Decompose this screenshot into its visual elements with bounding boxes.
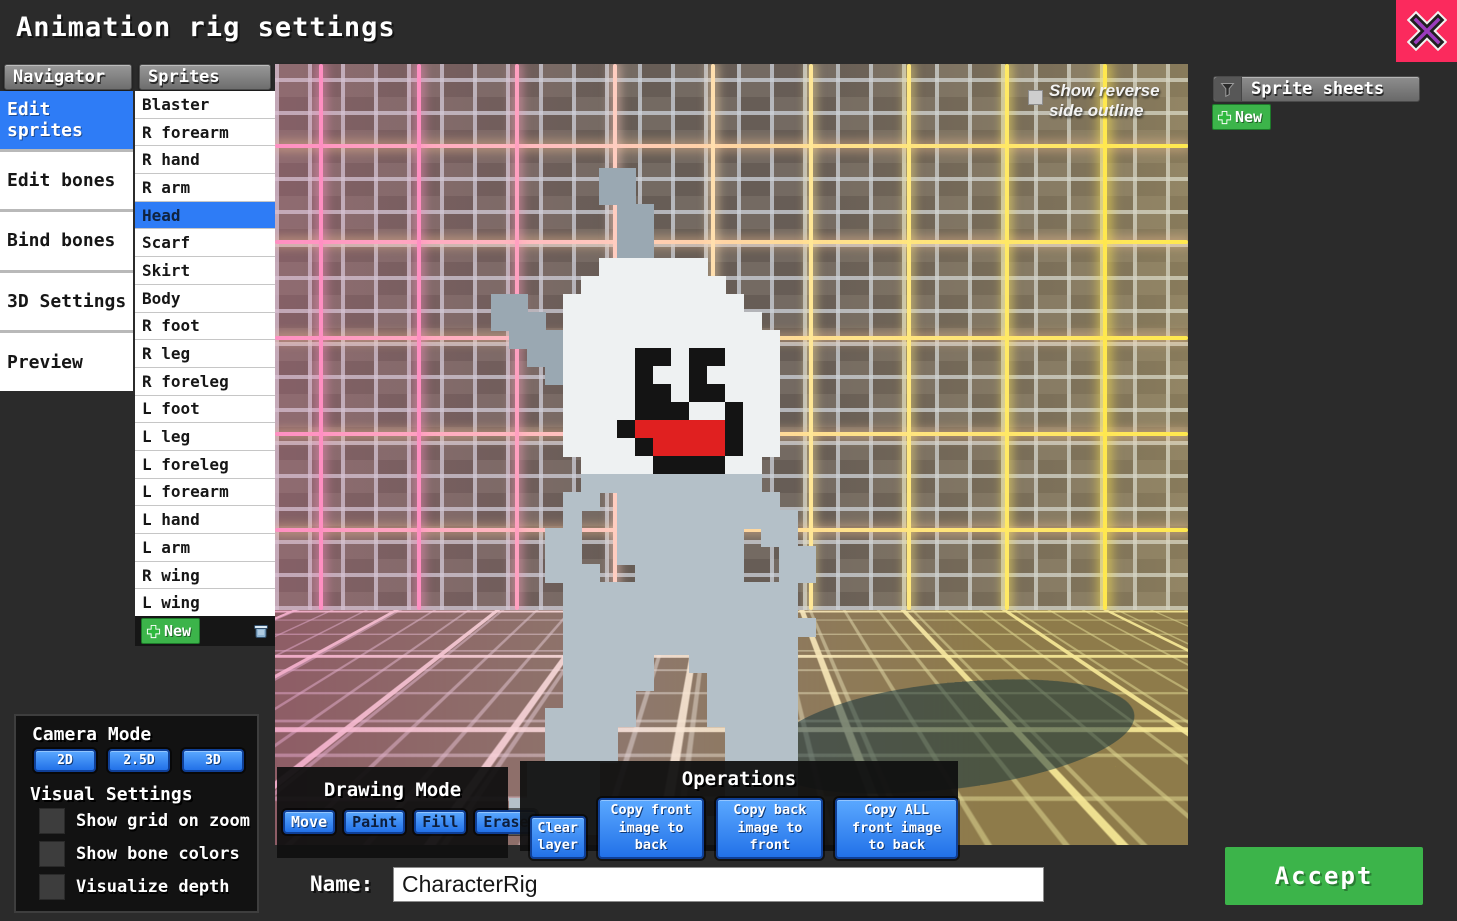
visual-setting-label: Show bone colors	[76, 844, 240, 864]
neon-line	[1103, 64, 1107, 610]
sprite-row[interactable]: L hand	[135, 506, 275, 534]
navigator-item[interactable]: Bind bones	[0, 212, 133, 273]
sprite-row[interactable]: L forearm	[135, 479, 275, 507]
navigator-item[interactable]: 3D Settings	[0, 273, 133, 334]
visual-setting-checkbox[interactable]	[39, 874, 65, 900]
drawing-mode-title: Drawing Mode	[277, 779, 508, 801]
sprite-row[interactable]: L wing	[135, 589, 275, 616]
visual-setting-row: Show bone colors	[39, 841, 250, 867]
navigator-item[interactable]: Preview	[0, 333, 133, 391]
sprite-sheets-title: Sprite sheets	[1242, 79, 1384, 99]
sprite-sheets-header: Sprite sheets	[1213, 76, 1420, 102]
camera-mode-button[interactable]: 2D	[34, 749, 96, 772]
sprite-row[interactable]: Body	[135, 285, 275, 313]
plus-icon	[1217, 110, 1232, 125]
camera-mode-title: Camera Mode	[32, 724, 151, 745]
drawing-tool-button[interactable]: Fill	[414, 810, 466, 834]
drawing-tool-button[interactable]: Move	[283, 810, 335, 834]
funnel-icon	[1219, 81, 1236, 98]
delete-sprite-icon[interactable]	[253, 623, 269, 639]
operations-title: Operations	[520, 768, 958, 790]
character-pixel-art[interactable]	[455, 168, 887, 845]
sprite-row[interactable]: Scarf	[135, 229, 275, 257]
name-label: Name:	[310, 872, 373, 896]
operation-button[interactable]: Copy front image to back	[598, 798, 705, 859]
sprites-footer: New	[135, 616, 275, 646]
accept-button[interactable]: Accept	[1225, 847, 1423, 905]
drawing-mode-panel: Drawing Mode MovePaintFillErase	[277, 767, 508, 858]
navigator-item[interactable]: Edit sprites	[0, 91, 133, 152]
add-sprite-label: New	[164, 622, 191, 640]
sprite-row[interactable]: R leg	[135, 340, 275, 368]
close-icon	[1407, 11, 1447, 51]
operations-buttons: Clear layerCopy front image to backCopy …	[530, 798, 958, 859]
camera-mode-button[interactable]: 3D	[182, 749, 244, 772]
drawing-tools: MovePaintFillErase	[283, 810, 537, 834]
camera-mode-button[interactable]: 2.5D	[108, 749, 170, 772]
sprite-row[interactable]: Head	[135, 202, 275, 230]
camera-mode-panel: Camera Mode 2D 2.5D 3D Visual Settings Sho…	[14, 714, 259, 913]
sprite-row[interactable]: L foot	[135, 396, 275, 424]
sprite-row[interactable]: R foreleg	[135, 368, 275, 396]
neon-line	[907, 64, 911, 610]
visual-setting-checkbox[interactable]	[39, 808, 65, 834]
drawing-tool-button[interactable]: Paint	[344, 810, 405, 834]
neon-line	[1005, 64, 1009, 610]
neon-line	[319, 64, 323, 610]
sprite-row[interactable]: Blaster	[135, 91, 275, 119]
camera-mode-buttons: 2D 2.5D 3D	[34, 749, 244, 772]
sprite-row[interactable]: R forearm	[135, 119, 275, 147]
add-sprite-sheet-label: New	[1235, 108, 1262, 126]
viewport-3d[interactable]: Show reverse side outline	[275, 64, 1188, 845]
visual-setting-label: Show grid on zoom	[76, 811, 250, 831]
sprite-row[interactable]: L foreleg	[135, 451, 275, 479]
sprites-list: BlasterR forearmR handR armHeadScarfSkir…	[135, 91, 275, 616]
sprite-row[interactable]: L arm	[135, 534, 275, 562]
show-reverse-outline-checkbox[interactable]	[1028, 90, 1043, 105]
add-sprite-button[interactable]: New	[141, 618, 200, 644]
neon-line	[417, 64, 421, 610]
sprite-row[interactable]: L leg	[135, 423, 275, 451]
page-title: Animation rig settings	[16, 12, 396, 43]
sprite-row[interactable]: R wing	[135, 562, 275, 590]
rig-name-input[interactable]	[393, 867, 1044, 902]
operations-panel: Operations Clear layerCopy front image t…	[520, 761, 958, 851]
sprite-row[interactable]: R hand	[135, 146, 275, 174]
navigator-item[interactable]: Edit bones	[0, 152, 133, 213]
visual-setting-row: Show grid on zoom	[39, 808, 250, 834]
visual-setting-row: Visualize depth	[39, 874, 250, 900]
operation-button[interactable]: Copy ALL front image to back	[835, 798, 958, 859]
operation-button[interactable]: Copy back image to front	[716, 798, 823, 859]
close-button[interactable]	[1396, 0, 1457, 62]
sprite-row[interactable]: Skirt	[135, 257, 275, 285]
visual-settings-title: Visual Settings	[30, 784, 193, 805]
sprites-header: Sprites	[139, 64, 271, 90]
visual-setting-checkbox[interactable]	[39, 841, 65, 867]
operation-button[interactable]: Clear layer	[530, 816, 586, 859]
filter-button[interactable]	[1214, 77, 1242, 101]
plus-icon	[146, 624, 161, 639]
add-sprite-sheet-button[interactable]: New	[1212, 104, 1271, 130]
neon-line	[275, 144, 1188, 148]
show-reverse-outline-label: Show reverse side outline	[1049, 81, 1171, 121]
sprite-row[interactable]: R foot	[135, 313, 275, 341]
visual-settings-checkboxes: Show grid on zoom Show bone colors Visua…	[39, 808, 250, 900]
visual-setting-label: Visualize depth	[76, 877, 230, 897]
navigator-header: Navigator	[4, 64, 132, 90]
sprite-row[interactable]: R arm	[135, 174, 275, 202]
navigator-list: Edit spritesEdit bonesBind bones3D Setti…	[0, 91, 133, 391]
